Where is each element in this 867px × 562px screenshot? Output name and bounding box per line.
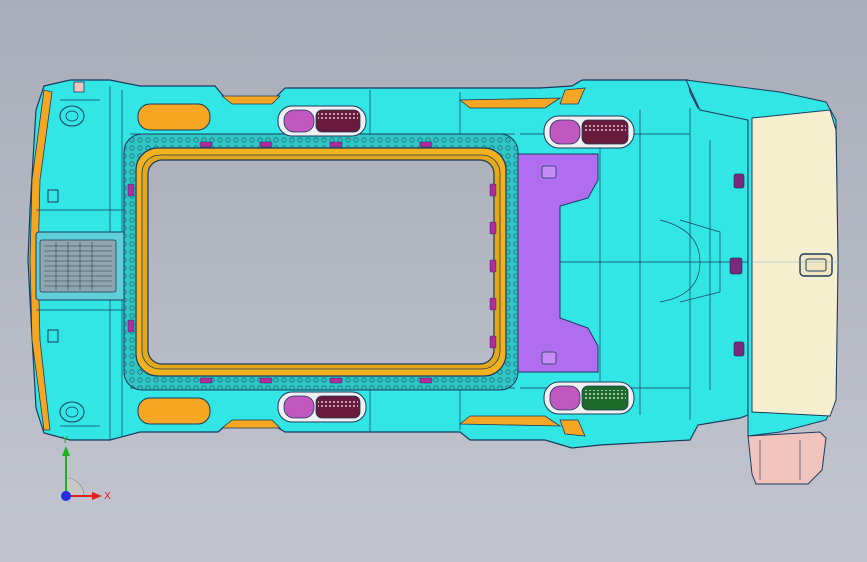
overhead-console[interactable] — [35, 231, 129, 301]
dome-lamp-icon — [799, 253, 833, 277]
assist-handle-pocket — [59, 105, 85, 127]
reading-lamp-front-right[interactable] — [277, 391, 367, 423]
reading-lamp-rear-left[interactable] — [543, 115, 635, 149]
trim-strip — [458, 97, 562, 109]
x-axis-arrow — [92, 492, 102, 500]
trim-strip — [220, 419, 281, 429]
sun-visor-pad-right — [137, 397, 211, 425]
sunroof-opening — [147, 159, 495, 365]
cad-viewport[interactable]: X Y — [0, 0, 867, 562]
model-canvas[interactable]: X Y — [0, 0, 867, 562]
y-axis-label: Y — [61, 435, 69, 446]
front-tab — [73, 81, 85, 93]
trim-strip — [220, 95, 281, 105]
reading-lamp-front-left[interactable] — [277, 105, 367, 137]
assist-handle-pocket — [59, 401, 85, 423]
y-axis-arrow — [62, 446, 70, 456]
coordinate-triad[interactable]: X Y — [61, 435, 111, 502]
rear-bracket[interactable] — [747, 431, 827, 485]
x-axis-label: X — [104, 491, 111, 502]
reading-lamp-rear-right[interactable] — [543, 381, 635, 415]
z-axis-dot — [61, 491, 71, 501]
trim-strip — [458, 415, 562, 427]
sun-visor-pad-left — [137, 103, 211, 131]
